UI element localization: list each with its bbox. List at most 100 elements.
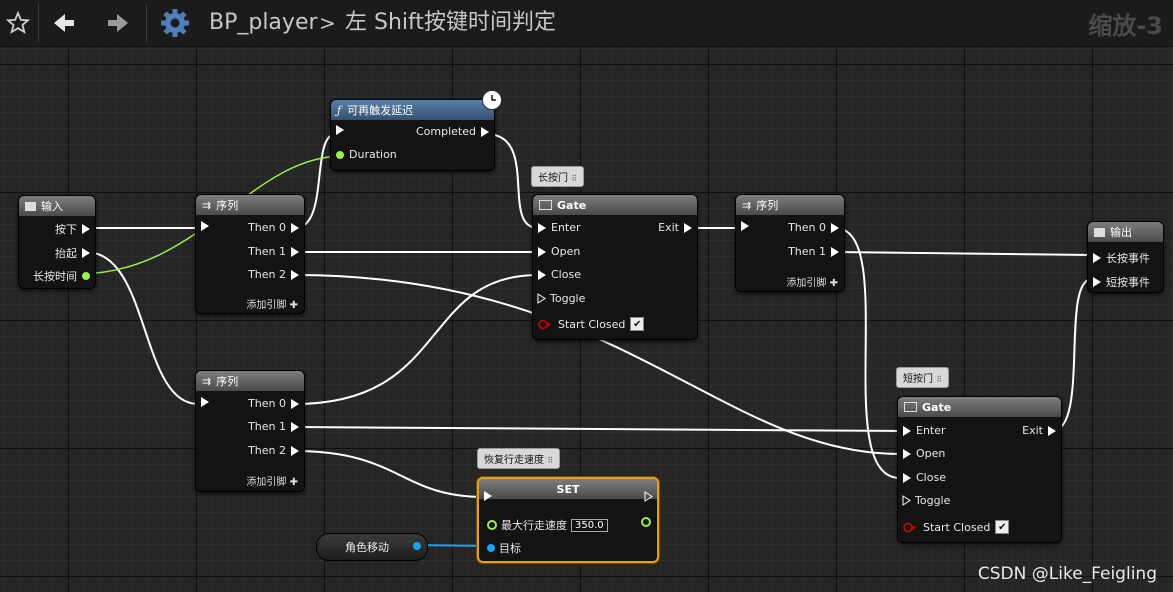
star-icon[interactable] <box>4 8 32 38</box>
gate2-start-closed-pin[interactable]: Start Closed ✔ <box>898 520 1010 534</box>
bool-pin-icon <box>903 522 916 532</box>
gate2-header: Gate <box>898 397 1061 417</box>
sequence-node-1[interactable]: ⇉ 序列 Then 0 Then 1 Then 2 添加引脚 ✚ <box>195 194 305 314</box>
gate-node-1[interactable]: Gate Enter Exit Open Close Toggle Start … <box>532 194 698 340</box>
gate1-enter-pin[interactable]: Enter <box>533 221 581 234</box>
set-comment-bubble[interactable]: 恢复行走速度 ⠿ <box>477 448 561 469</box>
gate1-header: Gate <box>533 195 697 215</box>
gate1-title: Gate <box>557 198 587 212</box>
exec-pin-icon <box>201 397 209 407</box>
gate1-comment-bubble[interactable]: 长按门 ⠿ <box>531 166 585 187</box>
start-closed-checkbox[interactable]: ✔ <box>630 317 645 331</box>
output-node-title: 输出 <box>1110 226 1132 239</box>
then1-label: Then 1 <box>788 245 826 258</box>
then2-label: Then 2 <box>248 268 286 281</box>
set-variable-node[interactable]: SET 最大行走速度 350.0 目标 <box>477 477 659 563</box>
set-exec-in-pin[interactable] <box>479 491 497 501</box>
exec-pin-hollow-icon <box>537 293 546 304</box>
sequence-node-2[interactable]: ⇉ 序列 Then 0 Then 1 Then 2 添加引脚 ✚ <box>195 370 305 492</box>
max-walk-speed-input[interactable]: 350.0 <box>571 518 608 532</box>
completed-label: Completed <box>416 125 476 138</box>
breadcrumb-graph[interactable]: 左 Shift按键时间判定 <box>345 8 556 38</box>
seq3-then0-pin[interactable]: Then 0 <box>788 221 844 234</box>
gate1-toggle-pin[interactable]: Toggle <box>533 292 585 305</box>
exec-pin-icon <box>1048 425 1056 436</box>
exec-pin-hollow-icon <box>902 495 911 506</box>
release-pin[interactable]: 抬起 <box>55 245 95 261</box>
add-pin-label: 添加引脚 <box>246 477 287 488</box>
sequence-2-header: ⇉ 序列 <box>196 371 304 391</box>
character-movement-variable[interactable]: 角色移动 <box>316 533 428 561</box>
gate2-close-pin[interactable]: Close <box>898 471 946 484</box>
long-press-pin[interactable]: 长按事件 <box>1088 250 1150 266</box>
exec-pin-icon <box>201 221 209 231</box>
start-closed-label: Start Closed <box>923 520 991 534</box>
seq1-add-pin-button[interactable]: 添加引脚 ✚ <box>246 296 298 311</box>
seq1-then0-pin[interactable]: Then 0 <box>248 221 304 234</box>
toolbar: BP_player > 左 Shift按键时间判定 缩放-3 <box>0 0 1173 47</box>
then2-label: Then 2 <box>248 444 286 457</box>
set-output-pin[interactable] <box>641 517 651 527</box>
seq2-then1-pin[interactable]: Then 1 <box>248 420 304 433</box>
seq3-add-pin-button[interactable]: 添加引脚 ✚ <box>786 274 838 289</box>
seq1-then1-pin[interactable]: Then 1 <box>248 245 304 258</box>
retrigger-delay-node[interactable]: ƒ 可再触发延迟 Completed Duration <box>330 90 502 171</box>
target-pin[interactable]: 目标 <box>487 540 521 556</box>
duration-label: Duration <box>349 148 397 161</box>
seq1-exec-in-pin[interactable] <box>196 221 214 231</box>
pin-icon: ⠿ <box>547 456 554 465</box>
hold-time-pin[interactable]: 长按时间 <box>33 268 95 284</box>
seq3-exec-in-pin[interactable] <box>736 221 754 231</box>
set-exec-out-pin[interactable] <box>640 491 657 502</box>
hold-time-label: 长按时间 <box>33 270 77 283</box>
exec-pin-icon <box>82 224 90 234</box>
output-node[interactable]: 输出 长按事件 短按事件 <box>1087 221 1164 293</box>
seq3-then1-pin[interactable]: Then 1 <box>788 245 844 258</box>
press-label: 按下 <box>55 223 77 236</box>
exec-pin-icon <box>831 246 839 257</box>
seq2-then0-pin[interactable]: Then 0 <box>248 397 304 410</box>
set-node-header: SET <box>479 479 657 499</box>
short-press-pin[interactable]: 短按事件 <box>1088 274 1150 290</box>
sequence-node-3[interactable]: ⇉ 序列 Then 0 Then 1 添加引脚 ✚ <box>735 194 845 292</box>
output-node-header: 输出 <box>1088 222 1163 242</box>
seq2-exec-in-pin[interactable] <box>196 397 214 407</box>
back-arrow-icon[interactable] <box>50 8 78 38</box>
press-pin[interactable]: 按下 <box>55 221 95 237</box>
gate2-open-pin[interactable]: Open <box>898 447 945 460</box>
breadcrumb-blueprint[interactable]: BP_player <box>209 8 318 38</box>
close-label: Close <box>916 471 946 484</box>
gate-node-2[interactable]: Gate Enter Exit Open Close Toggle Start … <box>897 396 1062 543</box>
delay-exec-in-pin[interactable] <box>331 125 349 135</box>
forward-arrow-icon[interactable] <box>104 8 132 38</box>
gate1-exit-pin[interactable]: Exit <box>658 221 697 234</box>
node-icon <box>25 201 36 211</box>
gate2-toggle-pin[interactable]: Toggle <box>898 494 950 507</box>
gate2-comment-bubble[interactable]: 短按门 ⠿ <box>896 367 950 388</box>
gear-icon[interactable] <box>158 8 192 38</box>
max-walk-speed-pin[interactable]: 最大行走速度 350.0 <box>487 517 608 533</box>
sequence-3-header: ⇉ 序列 <box>736 195 844 215</box>
exec-pin-icon <box>538 269 546 280</box>
gate1-start-closed-pin[interactable]: Start Closed ✔ <box>533 317 645 331</box>
sequence-1-header: ⇉ 序列 <box>196 195 304 215</box>
input-node[interactable]: 输入 按下 抬起 长按时间 <box>18 195 96 289</box>
watermark: CSDN @Like_Feigling <box>977 564 1157 584</box>
input-node-header: 输入 <box>19 196 95 216</box>
float-pin-icon <box>82 272 90 280</box>
seq2-add-pin-button[interactable]: 添加引脚 ✚ <box>246 473 298 488</box>
gate1-open-pin[interactable]: Open <box>533 245 580 258</box>
exec-pin-icon <box>831 222 839 233</box>
seq2-then2-pin[interactable]: Then 2 <box>248 444 304 457</box>
duration-pin[interactable]: Duration <box>331 148 397 161</box>
character-movement-label: 角色移动 <box>345 541 389 554</box>
gate1-close-pin[interactable]: Close <box>533 268 581 281</box>
then1-label: Then 1 <box>248 420 286 433</box>
plus-icon: ✚ <box>289 477 298 488</box>
max-walk-speed-label: 最大行走速度 <box>501 519 567 532</box>
gate2-enter-pin[interactable]: Enter <box>898 424 946 437</box>
seq1-then2-pin[interactable]: Then 2 <box>248 268 304 281</box>
start-closed-checkbox[interactable]: ✔ <box>995 520 1010 534</box>
gate2-exit-pin[interactable]: Exit <box>1022 424 1061 437</box>
completed-pin[interactable]: Completed <box>416 125 494 138</box>
